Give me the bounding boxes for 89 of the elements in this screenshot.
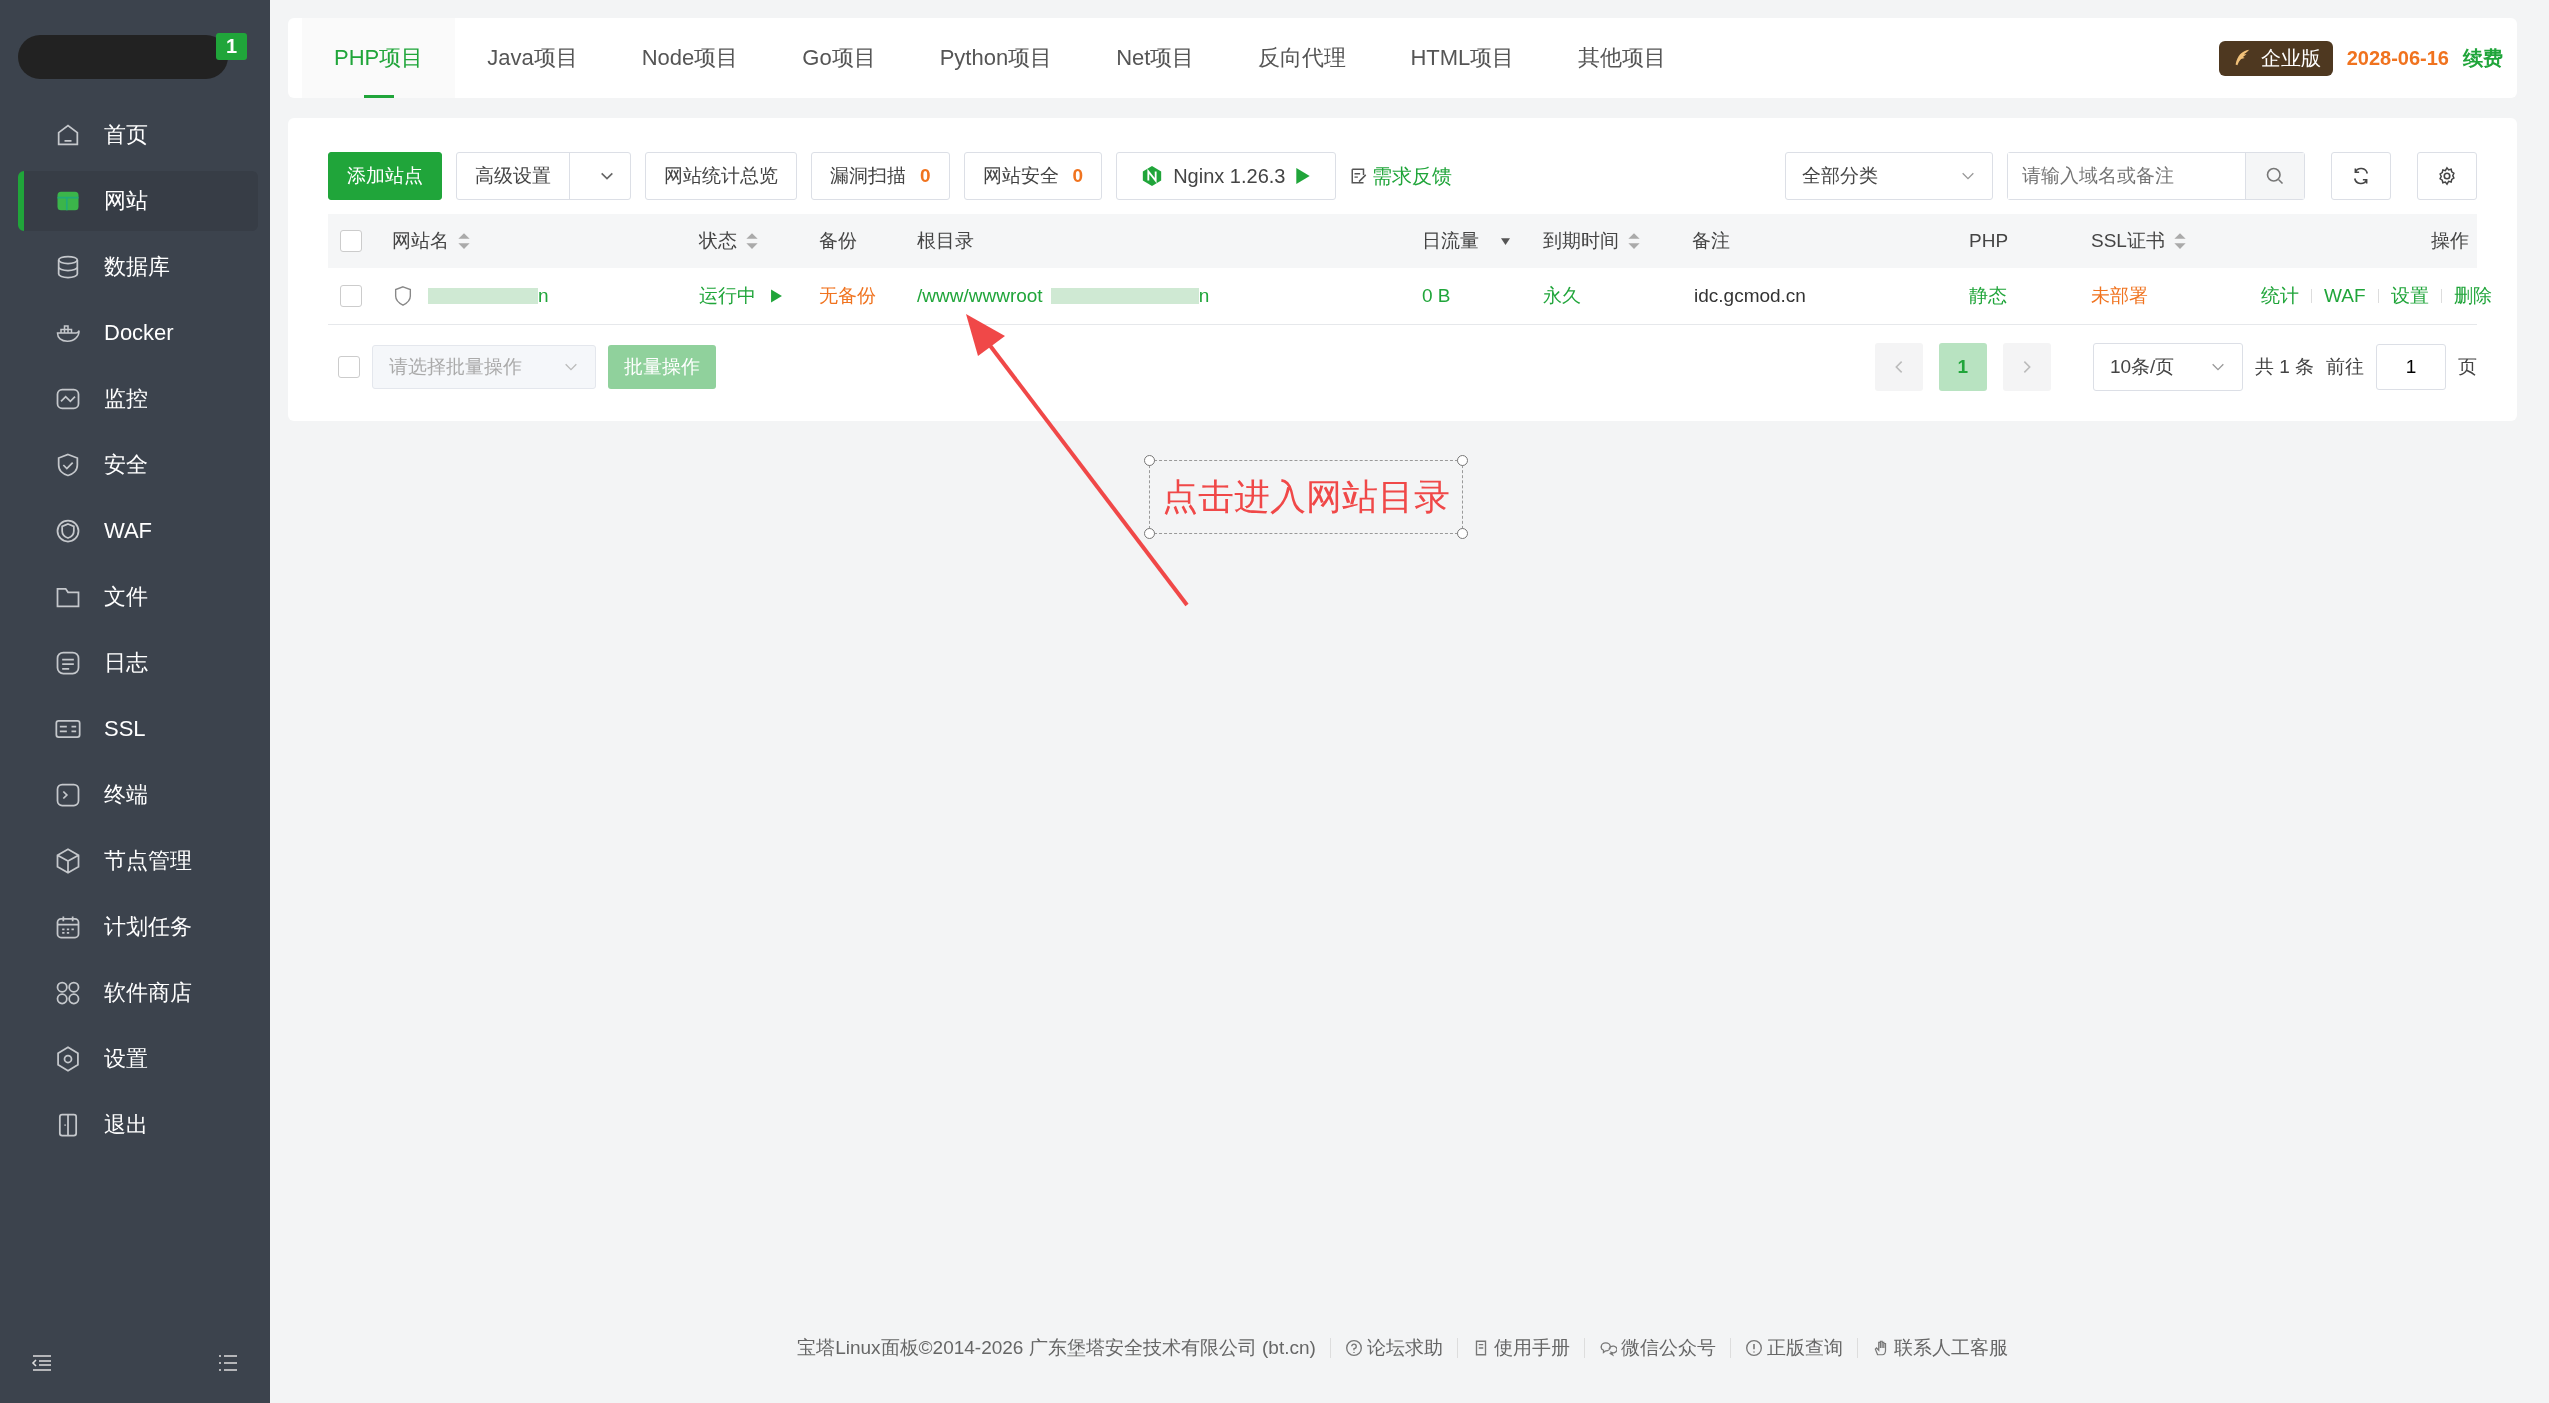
refresh-icon (2351, 166, 2371, 186)
nginx-button[interactable]: Nginx 1.26.3 (1116, 152, 1337, 200)
vuln-scan-button[interactable]: 漏洞扫描 0 (811, 152, 950, 200)
project-tab[interactable]: 反向代理 (1226, 18, 1379, 98)
copyright-text: 宝塔Linux面板©2014-2026 广东堡塔安全技术有限公司 (bt.cn) (797, 1336, 1316, 1360)
column-header: 网站名 (392, 229, 449, 253)
edit-icon (1350, 167, 1369, 185)
goto-page-field[interactable]: 1 (2376, 344, 2446, 390)
column-header: 备份 (819, 229, 857, 253)
footer-link[interactable]: 正版查询 (1744, 1335, 1843, 1361)
site-security-button[interactable]: 网站安全 0 (963, 152, 1103, 200)
sidebar-item[interactable]: WAF (18, 501, 258, 561)
sidebar-item[interactable]: 数据库 (18, 237, 258, 297)
resize-handle[interactable] (1457, 455, 1468, 466)
sidebar-item[interactable]: 监控 (18, 369, 258, 429)
traffic-value: 0 B (1422, 285, 1451, 307)
annotation-text: 点击进入网站目录 (1162, 474, 1450, 519)
sidebar-item[interactable]: 节点管理 (18, 831, 258, 891)
sort-icon[interactable] (457, 232, 471, 250)
column-header: SSL证书 (2091, 229, 2165, 253)
total-count: 共 1 条 (2254, 355, 2314, 379)
root-dir-suffix: n (1198, 285, 1210, 307)
sidebar-item[interactable]: 计划任务 (18, 897, 258, 957)
sort-icon[interactable] (745, 232, 759, 250)
waf-icon (54, 517, 82, 545)
sidebar-item[interactable]: 日志 (18, 633, 258, 693)
sidebar-item[interactable]: 退出 (18, 1095, 258, 1155)
enterprise-badge[interactable]: 企业版 (2218, 40, 2333, 76)
project-tab[interactable]: Python项目 (907, 18, 1085, 98)
play-icon (1295, 166, 1312, 186)
nginx-logo-icon (1141, 165, 1164, 187)
footer-link[interactable]: 微信公众号 (1598, 1335, 1716, 1361)
apps-icon (54, 979, 82, 1007)
search-icon[interactable] (2265, 166, 2285, 186)
column-header: 操作 (2431, 229, 2469, 253)
shield-icon (392, 285, 414, 307)
expiry-date: 2028-06-16 (2346, 46, 2449, 70)
refresh-button[interactable] (2331, 152, 2391, 200)
play-icon (770, 288, 783, 304)
dropdown-triangle-icon[interactable] (1501, 237, 1510, 245)
column-header: 备注 (1692, 229, 1730, 253)
advanced-settings-dropdown[interactable]: 高级设置 (456, 152, 631, 200)
select-all-checkbox[interactable] (340, 230, 362, 252)
sidebar-item[interactable]: SSL (18, 699, 258, 759)
note-text: idc.gcmod.cn (1693, 285, 1806, 307)
terminal-icon (54, 781, 82, 809)
batch-checkbox[interactable] (338, 356, 360, 378)
project-tab[interactable]: Node项目 (609, 18, 771, 98)
resize-handle[interactable] (1144, 528, 1155, 539)
project-tab[interactable]: 其他项目 (1546, 18, 1699, 98)
settings-icon (2437, 166, 2457, 186)
question-icon (1344, 1339, 1363, 1357)
resize-handle[interactable] (1144, 455, 1155, 466)
project-tab[interactable]: HTML项目 (1378, 18, 1547, 98)
log-icon (54, 649, 82, 677)
page-unit-label: 页 (2458, 355, 2477, 379)
notification-badge: 1 (216, 33, 248, 60)
info-icon (1744, 1339, 1763, 1357)
chat-icon (1598, 1339, 1617, 1357)
settings-button[interactable] (2417, 152, 2477, 200)
column-header: 到期时间 (1543, 229, 1619, 253)
sort-icon[interactable] (2172, 232, 2187, 250)
sidebar-item[interactable]: 安全 (18, 435, 258, 495)
page-size-select[interactable]: 10条/页 (2092, 343, 2243, 391)
resize-handle[interactable] (1457, 528, 1468, 539)
category-select[interactable]: 全部分类 (1785, 152, 1993, 200)
sidebar-item[interactable]: 网站 (18, 171, 258, 231)
sidebar-item[interactable]: 首页 (18, 105, 258, 165)
sidebar-item[interactable]: 软件商店 (18, 963, 258, 1023)
sidebar-item[interactable]: 终端 (18, 765, 258, 825)
site-stats-button[interactable]: 网站统计总览 (645, 152, 797, 200)
column-header: 根目录 (917, 229, 974, 253)
sidebar-item[interactable]: 文件 (18, 567, 258, 627)
cube-icon (54, 847, 82, 875)
project-tab[interactable]: Java项目 (455, 18, 610, 98)
footer-link[interactable]: 论坛求助 (1344, 1335, 1443, 1361)
sidebar-item[interactable]: 设置 (18, 1029, 258, 1089)
project-tab[interactable]: Go项目 (770, 18, 908, 98)
column-header: 日流量 (1422, 229, 1479, 253)
sidebar-item[interactable]: Docker (18, 303, 258, 363)
project-tab[interactable]: Net项目 (1084, 18, 1227, 98)
sort-icon[interactable] (1627, 232, 1641, 250)
goto-label: 前往 (2326, 355, 2364, 379)
column-header: 状态 (699, 229, 737, 253)
footer-link[interactable]: 联系人工客服 (1871, 1335, 2008, 1361)
row-checkbox[interactable] (340, 285, 362, 307)
footer-link[interactable]: 使用手册 (1471, 1335, 1570, 1361)
search-field[interactable]: 请输入域名或备注 (2007, 152, 2305, 200)
column-header: PHP (1969, 230, 2009, 252)
